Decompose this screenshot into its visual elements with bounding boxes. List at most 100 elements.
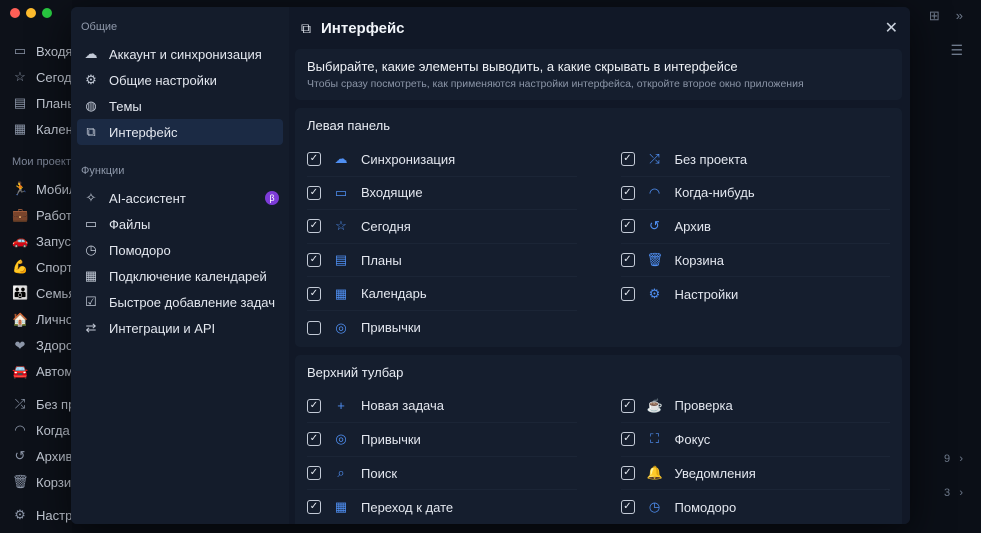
settings-nav-item[interactable]: ▦ Подключение календарей [77, 263, 283, 289]
option-label: Без проекта [674, 151, 748, 167]
checkbox[interactable]: ✓ [620, 253, 635, 268]
background-nav-item[interactable]: 🚘 Автом [12, 364, 73, 380]
checkbox[interactable]: ✓ [307, 432, 321, 447]
checkbox[interactable]: ✓ [307, 185, 321, 200]
background-nav-item[interactable]: ▦ Кален [12, 121, 73, 137]
maximize-window-button[interactable] [42, 8, 52, 18]
option-row[interactable]: ✓ ⤮ Без проекта [620, 143, 890, 177]
new-window-icon[interactable]: ⊞ [929, 8, 940, 24]
options-column: ✓ ⤮ Без проекта ✓ ◠ Когда-нибудь ✓ ↺ Архив ✓ 🗑 Корз… [620, 143, 891, 345]
search-icon: ⌕ [337, 465, 345, 481]
background-nav-item[interactable]: 🚗 Запус [12, 233, 71, 249]
option-row[interactable]: ✓ ▦ Календарь [307, 277, 577, 311]
settings-nav-item[interactable]: ⚙ Общие настройки [77, 67, 283, 93]
option-row[interactable]: ✓ ↺ Архив [620, 210, 890, 244]
option-row[interactable]: ◎ Привычки [307, 311, 577, 345]
option-label: Поиск [361, 465, 398, 481]
cloud-icon: ☁ [334, 151, 348, 167]
settings-nav-item[interactable]: ◍ Темы [77, 93, 283, 119]
checkbox[interactable]: ✓ [307, 500, 321, 515]
background-nav-label: Лично [36, 312, 73, 327]
background-nav-item[interactable]: 👪 Семья [12, 285, 75, 301]
option-row[interactable]: ✓ ☁ Синхронизация [307, 143, 577, 177]
background-nav-item[interactable]: 🏃 Мобил [12, 181, 77, 197]
option-row[interactable]: ✓ ▤ Планы [307, 244, 577, 278]
checkbox[interactable]: ✓ [307, 219, 321, 234]
settings-nav-label: Помодоро [109, 242, 171, 258]
background-nav-item[interactable]: ☆ Сегод [12, 69, 71, 85]
settings-nav-item[interactable]: ✧ AI-ассистент β [77, 185, 283, 211]
option-row[interactable]: ✓ 🔔 Уведомления [620, 457, 890, 491]
group-title: Верхний тулбар [307, 364, 404, 380]
background-nav-item[interactable]: ▭ Входя [12, 43, 73, 59]
option-row[interactable]: ✓ ▭ Входящие [307, 177, 577, 211]
option-row[interactable]: ✓ ◠ Когда-нибудь [620, 177, 890, 211]
option-row[interactable]: ✓ ◷ Помодоро [620, 490, 891, 524]
background-nav-item[interactable]: 💼 Работа [12, 207, 79, 223]
calendar-icon: ▦ [84, 268, 98, 283]
checkbox[interactable]: ✓ [620, 398, 635, 413]
background-nav-item[interactable]: 🏠 Лично [12, 312, 73, 328]
count-row-2[interactable]: 3 › [944, 487, 963, 499]
option-row[interactable]: ✓ ⛶ Фокус [620, 423, 890, 457]
checkbox[interactable]: ✓ [620, 219, 635, 234]
bell-icon: 🔔 [646, 465, 663, 481]
option-label: Корзина [674, 252, 725, 268]
count-row-1[interactable]: 9 › [944, 453, 963, 465]
settings-section-label: Функции [81, 165, 125, 177]
background-nav-item[interactable]: ⤮ Без пр [12, 396, 76, 412]
checkbox[interactable]: ✓ [307, 286, 321, 301]
option-row[interactable]: ✓ ☕ Проверка [620, 390, 890, 424]
settings-nav-item[interactable]: ⇄ Интеграции и API [77, 315, 283, 341]
option-row[interactable]: ✓ ⌕ Поиск [307, 457, 577, 491]
settings-nav-label: Интеграции и API [109, 320, 216, 336]
option-label: Привычки [361, 320, 421, 336]
family-icon: 👪 [12, 285, 29, 301]
checkbox[interactable]: ✓ [620, 466, 635, 481]
background-nav-item[interactable]: ▤ Планы [12, 95, 77, 111]
checkbox[interactable]: ✓ [307, 466, 321, 481]
option-label: Сегодня [361, 218, 411, 234]
checkbox[interactable]: ✓ [620, 152, 635, 167]
settings-nav-item[interactable]: ◷ Помодоро [77, 237, 283, 263]
background-nav-item[interactable]: 🗑 Корзи [12, 474, 71, 490]
option-row[interactable]: ✓ ⚙ Настройки [620, 277, 891, 311]
interface-icon: ⧉ [301, 19, 311, 36]
window-controls [10, 8, 52, 18]
background-nav-item[interactable]: ⚙ Настр [12, 507, 72, 523]
menu-icon[interactable]: ☰ [950, 42, 963, 59]
background-nav-item[interactable]: 💪 Спорт [12, 259, 73, 275]
option-row[interactable]: ✓ ◎ Привычки [307, 423, 577, 457]
background-nav-item[interactable]: ↺ Архив [12, 448, 73, 464]
option-row[interactable]: ✓ 🗑 Корзина [620, 244, 890, 278]
focus-icon: ⛶ [649, 431, 660, 447]
minimize-window-button[interactable] [26, 8, 36, 18]
background-nav-item[interactable]: ❤ Здоро [12, 338, 74, 354]
collapse-icon[interactable]: » [956, 8, 963, 24]
close-icon[interactable]: ✕ [885, 18, 898, 38]
checkbox[interactable]: ✓ [307, 398, 321, 413]
background-nav-item[interactable]: ◠ Когда [12, 422, 70, 438]
calendar-icon: ▦ [13, 121, 27, 136]
settings-nav-item[interactable]: ▭ Файлы [77, 211, 283, 237]
background-nav-label: Когда [36, 422, 70, 438]
muscle-icon: 💪 [12, 259, 29, 275]
option-row[interactable]: ✓ ☆ Сегодня [307, 210, 577, 244]
timer-icon: ◷ [85, 242, 97, 257]
checkbox[interactable]: ✓ [307, 152, 321, 167]
ai-icon: ✧ [85, 190, 97, 205]
option-row[interactable]: ✓ ▦ Переход к дате [307, 490, 577, 524]
close-window-button[interactable] [10, 8, 20, 18]
star-icon: ☆ [14, 69, 26, 84]
checkbox[interactable]: ✓ [307, 253, 321, 268]
checkbox[interactable]: ✓ [620, 432, 635, 447]
checkbox[interactable]: ✓ [620, 287, 635, 302]
settings-nav-item[interactable]: ☁ Аккаунт и синхронизация [77, 41, 283, 67]
inbox-icon: ▭ [13, 43, 27, 58]
checkbox[interactable] [307, 320, 321, 335]
checkbox[interactable]: ✓ [620, 185, 635, 200]
checkbox[interactable]: ✓ [620, 500, 635, 515]
settings-nav-item[interactable]: ⧉ Интерфейс [77, 119, 283, 145]
option-row[interactable]: ✓ + Новая задача [307, 390, 577, 424]
settings-nav-item[interactable]: ☑ Быстрое добавление задач [77, 289, 283, 315]
